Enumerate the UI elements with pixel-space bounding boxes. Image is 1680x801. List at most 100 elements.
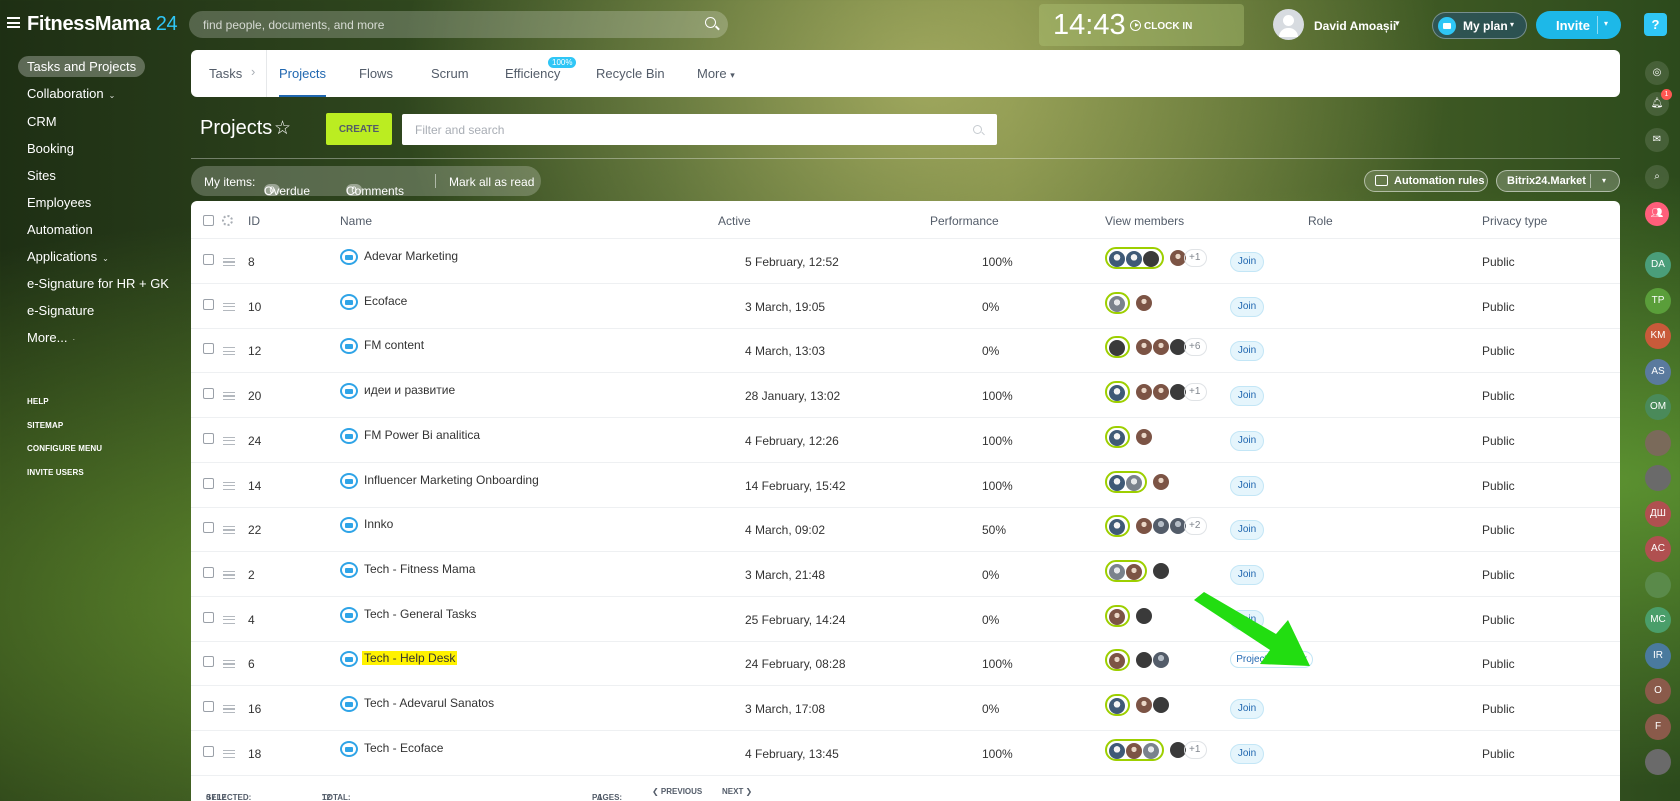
more-members-counter[interactable]: +1: [1184, 383, 1208, 402]
project-name-link[interactable]: Adevar Marketing: [364, 249, 458, 263]
project-name-link[interactable]: FM Power Bi analitica: [364, 428, 480, 442]
tab-recycle-bin[interactable]: Recycle Bin: [596, 50, 665, 97]
drag-handle-icon[interactable]: [223, 749, 235, 758]
create-button[interactable]: CREATE: [326, 113, 392, 145]
invite-button[interactable]: Invite ▾: [1536, 11, 1621, 39]
search-icon[interactable]: [705, 17, 716, 28]
join-button[interactable]: Join: [1230, 341, 1264, 362]
join-button[interactable]: Join: [1230, 252, 1264, 272]
col-id[interactable]: ID: [248, 214, 260, 228]
sidebar-item[interactable]: e-Signature for HR + GK: [18, 273, 178, 294]
col-performance[interactable]: Performance: [930, 214, 999, 228]
row-checkbox[interactable]: [203, 522, 214, 534]
contact-avatar[interactable]: [1645, 429, 1671, 456]
drag-handle-icon[interactable]: [223, 705, 235, 713]
contact-avatar[interactable]: [1645, 749, 1671, 775]
row-checkbox[interactable]: [203, 343, 214, 355]
drag-handle-icon[interactable]: [223, 436, 235, 445]
filter-search-input[interactable]: [402, 114, 997, 145]
table-row[interactable]: 18 Tech - Ecoface 4 February, 13:45 100% +1 J…: [191, 731, 1620, 776]
sidebar-link[interactable]: INVITE USERS: [27, 468, 84, 477]
row-checkbox[interactable]: [203, 254, 214, 265]
project-name-link[interactable]: идеи и развитие: [364, 383, 455, 397]
project-name-link[interactable]: Tech - Adevarul Sanatos: [364, 696, 494, 710]
tab-tasks[interactable]: Tasks: [209, 50, 242, 97]
project-name-link[interactable]: Tech - Ecoface: [364, 741, 443, 755]
table-row[interactable]: 4 Tech - General Tasks 25 February, 14:24 0…: [191, 597, 1620, 642]
row-checkbox[interactable]: [203, 477, 214, 489]
row-checkbox[interactable]: [203, 566, 214, 578]
sidebar-item[interactable]: e-Signature: [18, 300, 103, 321]
drag-handle-icon[interactable]: [223, 347, 235, 356]
join-button[interactable]: Join: [1230, 520, 1264, 541]
table-row[interactable]: 8 Adevar Marketing 5 February, 12:52 100% +1…: [191, 239, 1620, 284]
sidebar-item[interactable]: Applications ⌄: [18, 246, 118, 267]
contact-avatar[interactable]: F: [1645, 713, 1671, 740]
tab-more[interactable]: More ▾: [697, 50, 735, 97]
more-members-counter[interactable]: +2: [1184, 517, 1208, 536]
clock-in-button[interactable]: CLOCK IN: [1130, 20, 1192, 32]
row-checkbox[interactable]: [203, 432, 214, 444]
search-icon[interactable]: ⌕: [1645, 165, 1669, 189]
bell-icon[interactable]: 🔔︎ 1: [1645, 89, 1672, 116]
table-row[interactable]: 14 Influencer Marketing Onboarding 14 Febr…: [191, 463, 1620, 508]
sidebar-item[interactable]: More... ·: [18, 327, 84, 348]
project-name-link[interactable]: Ecoface: [364, 294, 407, 308]
contact-avatar[interactable]: [1645, 571, 1671, 598]
next-page-button[interactable]: NEXT ❯: [722, 787, 752, 796]
tab-scrum[interactable]: Scrum: [431, 50, 469, 97]
work-time-widget[interactable]: 14:43 CLOCK IN: [1039, 4, 1244, 46]
contact-avatar[interactable]: AC: [1645, 536, 1671, 562]
more-members-counter[interactable]: +1: [1184, 249, 1208, 267]
market-button[interactable]: Bitrix24.Market ▾: [1496, 170, 1620, 192]
help-button[interactable]: ?: [1644, 13, 1667, 36]
chevron-down-icon[interactable]: ▾: [1602, 176, 1606, 185]
project-name-link[interactable]: Influencer Marketing Onboarding: [364, 473, 539, 487]
drag-handle-icon[interactable]: [223, 660, 235, 669]
col-name[interactable]: Name: [340, 214, 372, 228]
table-row[interactable]: 2 Tech - Fitness Mama 3 March, 21:48 0% Join…: [191, 552, 1620, 597]
sidebar-item[interactable]: Employees: [18, 192, 100, 213]
row-checkbox[interactable]: [203, 745, 214, 757]
row-checkbox[interactable]: [203, 388, 214, 400]
mark-all-read-button[interactable]: Mark all as read: [449, 175, 534, 189]
row-checkbox[interactable]: [203, 656, 214, 668]
drag-handle-icon[interactable]: [223, 526, 235, 535]
contact-avatar[interactable]: MC: [1645, 607, 1671, 633]
sidebar-link[interactable]: CONFIGURE MENU: [27, 444, 102, 453]
col-privacy[interactable]: Privacy type: [1482, 214, 1547, 228]
contact-avatar[interactable]: DA: [1645, 252, 1671, 278]
join-button[interactable]: Join: [1230, 430, 1264, 451]
col-view-members[interactable]: View members: [1105, 214, 1184, 228]
row-checkbox[interactable]: [203, 701, 214, 712]
contact-avatar[interactable]: IR: [1645, 642, 1671, 669]
logo[interactable]: FitnessMama 24: [27, 13, 178, 36]
copilot-icon[interactable]: ◎: [1645, 61, 1669, 85]
chevron-down-icon[interactable]: ▾: [1604, 19, 1608, 28]
col-active[interactable]: Active: [718, 214, 751, 228]
drag-handle-icon[interactable]: [223, 392, 235, 401]
sidebar-link[interactable]: SITEMAP: [27, 421, 63, 430]
table-row[interactable]: 6 Tech - Help Desk 24 February, 08:28 100% P…: [191, 641, 1620, 687]
select-all-checkbox[interactable]: [203, 215, 214, 226]
sidebar-item[interactable]: CRM: [18, 111, 66, 132]
table-row[interactable]: 10 Ecoface 3 March, 19:05 0% Join Public: [191, 284, 1620, 329]
group-chat-icon[interactable]: 👥︎: [1645, 202, 1669, 226]
contact-avatar[interactable]: O: [1645, 678, 1671, 704]
table-row[interactable]: 12 FM content 4 March, 13:03 0% +6 Join Public: [191, 328, 1620, 374]
tab-projects[interactable]: Projects: [279, 50, 326, 97]
row-checkbox[interactable]: [203, 298, 214, 310]
sidebar-item[interactable]: Tasks and Projects: [18, 56, 146, 77]
table-row[interactable]: 24 FM Power Bi analitica 4 February, 12:26…: [191, 418, 1620, 463]
sidebar-link[interactable]: HELP: [27, 397, 49, 406]
drag-handle-icon[interactable]: [223, 481, 235, 490]
sidebar-item[interactable]: Collaboration ⌄: [18, 83, 124, 104]
project-name-link[interactable]: FM content: [364, 338, 424, 352]
automation-rules-button[interactable]: Automation rules: [1364, 170, 1488, 192]
contact-avatar[interactable]: ДШ: [1645, 500, 1671, 527]
sidebar-item[interactable]: Booking: [18, 138, 83, 159]
join-button[interactable]: Join: [1230, 564, 1264, 585]
star-icon[interactable]: ☆: [274, 117, 291, 140]
join-button[interactable]: Join: [1230, 475, 1264, 496]
contact-avatar[interactable]: [1645, 465, 1671, 491]
